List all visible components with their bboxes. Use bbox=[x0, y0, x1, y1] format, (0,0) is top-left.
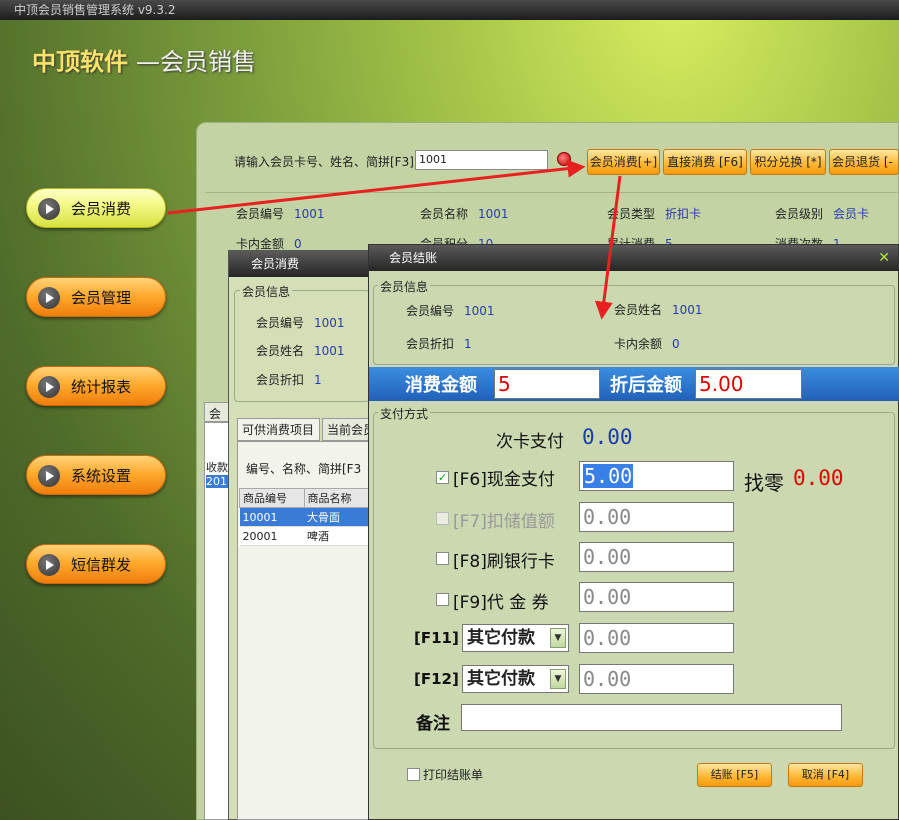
guide-arrows bbox=[167, 159, 622, 320]
arrow-to-checkout bbox=[594, 175, 622, 320]
arrow-to-consume-button bbox=[167, 159, 586, 215]
